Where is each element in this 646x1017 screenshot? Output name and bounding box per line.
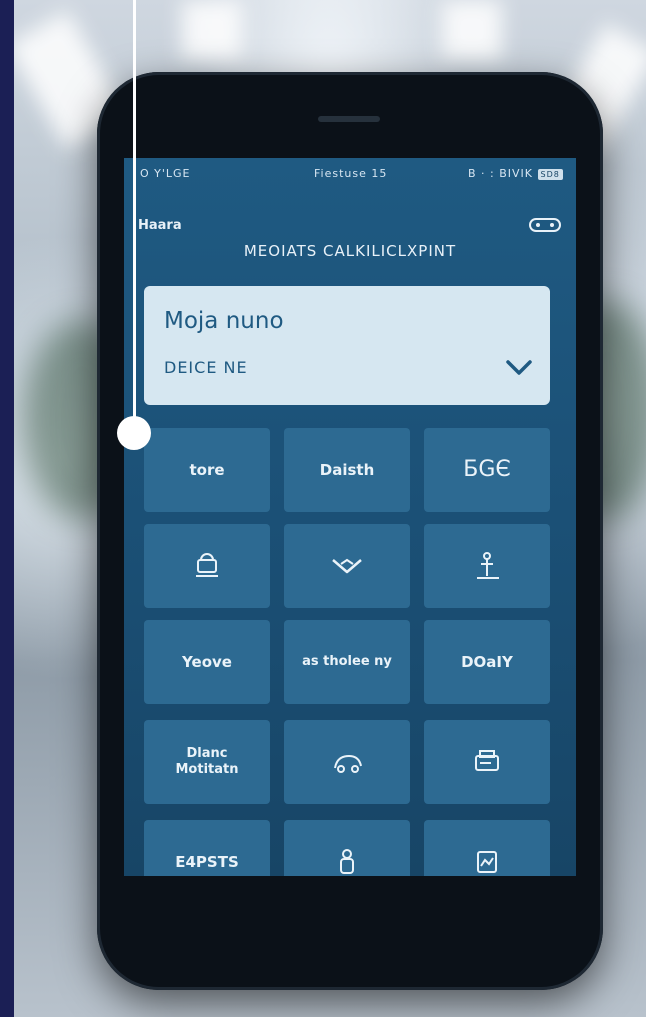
tile-label: tore: [189, 460, 225, 479]
controller-icon[interactable]: [528, 216, 562, 234]
tile-vehicle[interactable]: [284, 720, 410, 804]
tile-as-tholee[interactable]: as tholee ny: [284, 620, 410, 704]
check-wave-icon: [332, 558, 362, 574]
tile-label: Yeove: [182, 652, 232, 671]
status-time: Fiestuse 15: [314, 167, 388, 180]
document-icon: [477, 851, 497, 873]
status-right: B · : BIVIK SD8: [468, 167, 563, 180]
tile-label: Daisth: [319, 460, 375, 479]
tile-label: Dlanc Motitatn: [175, 745, 239, 777]
tile-printer[interactable]: [424, 720, 550, 804]
phone-screen: O Y'LGE Fiestuse 15 B · : BIVIK SD8 Haar…: [124, 158, 576, 876]
select-sub-label: DEICE NE: [164, 358, 248, 377]
tile-doaiy[interactable]: DOaIY: [424, 620, 550, 704]
phone-speaker: [318, 116, 380, 122]
printer-icon: [475, 750, 499, 771]
page-title: MEOIATS CALKILICLXPINT: [243, 242, 457, 260]
tile-label: as tholee ny: [302, 653, 392, 669]
tile-tore[interactable]: tore: [144, 428, 270, 512]
tile-dlanc[interactable]: Dlanc Motitatn: [144, 720, 270, 804]
tile-basket[interactable]: [144, 524, 270, 608]
plant-stand-icon: [477, 552, 499, 579]
device-select[interactable]: Moja nuno DEICE NE: [144, 286, 550, 405]
tile-label: БGЄ: [463, 457, 511, 483]
tile-yeove[interactable]: Yeove: [144, 620, 270, 704]
battery-badge: SD8: [537, 169, 563, 180]
tile-e4psts[interactable]: E4PSTS: [144, 820, 270, 876]
select-value: Moja nuno: [164, 308, 284, 334]
tile-bge[interactable]: БGЄ: [424, 428, 550, 512]
status-signal: B · : BIVIK: [468, 167, 534, 180]
phone-bottom-bezel: [124, 876, 576, 946]
callout-line: [133, 0, 136, 432]
status-bar: O Y'LGE Fiestuse 15 B · : BIVIK SD8: [124, 158, 576, 188]
left-frame-strip: [0, 0, 14, 1017]
tile-label: E4PSTS: [175, 852, 239, 871]
basket-icon: [196, 553, 218, 577]
tile-check-wave[interactable]: [284, 524, 410, 608]
tile-daisth[interactable]: Daisth: [284, 428, 410, 512]
vehicle-icon: [334, 754, 362, 773]
tile-label: DOaIY: [461, 652, 513, 671]
back-label[interactable]: Haara: [138, 218, 182, 233]
person-icon: [340, 849, 354, 874]
phone-device: O Y'LGE Fiestuse 15 B · : BIVIK SD8 Haar…: [97, 72, 603, 990]
tile-plant-stand[interactable]: [424, 524, 550, 608]
chevron-down-icon[interactable]: [504, 356, 534, 378]
status-carrier: O Y'LGE: [140, 167, 191, 180]
callout-dot: [117, 416, 151, 450]
tile-document[interactable]: [424, 820, 550, 876]
tile-person[interactable]: [284, 820, 410, 876]
